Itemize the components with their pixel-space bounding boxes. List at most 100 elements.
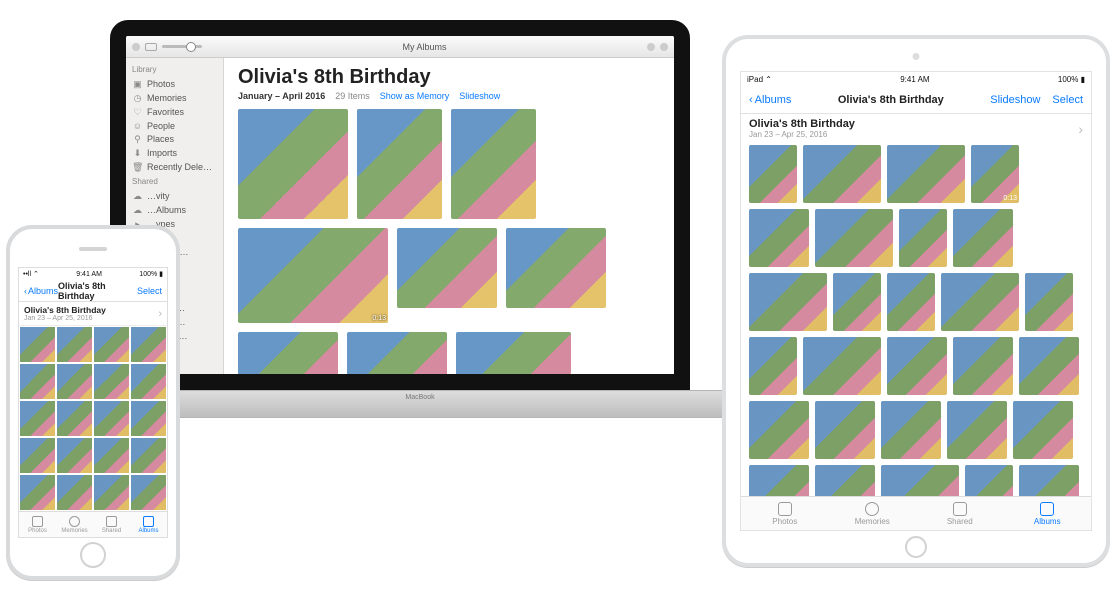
photo-thumbnail[interactable] xyxy=(347,332,447,374)
photo-thumbnail[interactable] xyxy=(456,332,571,374)
status-bar: ••ll ⌃ 9:41 AM 100% ▮ xyxy=(19,268,167,280)
sidebar-item[interactable]: ⬇Imports xyxy=(126,146,223,160)
sidebar-item[interactable]: ♡Favorites xyxy=(126,105,223,119)
tab-photos[interactable]: Photos xyxy=(741,497,829,530)
sidebar-item[interactable]: ▣Photos xyxy=(126,77,223,91)
photo-thumbnail[interactable]: 0:13 xyxy=(238,228,388,323)
photo-thumbnail[interactable] xyxy=(130,400,167,437)
select-button[interactable]: Select xyxy=(1052,94,1083,106)
sidebar-item[interactable]: 🗑Recently Dele… xyxy=(126,160,223,174)
photo-thumbnail[interactable]: 0:28 xyxy=(238,332,338,374)
photo-thumbnail[interactable] xyxy=(19,326,56,363)
photo-thumbnail[interactable] xyxy=(93,400,130,437)
status-left: ••ll ⌃ xyxy=(23,270,39,278)
photo-thumbnail[interactable] xyxy=(1013,401,1073,459)
tab-bar: PhotosMemoriesSharedAlbums xyxy=(19,511,167,537)
photo-thumbnail[interactable] xyxy=(887,145,965,203)
photo-thumbnail[interactable] xyxy=(130,363,167,400)
photo-thumbnail[interactable] xyxy=(93,363,130,400)
photo-thumbnail[interactable] xyxy=(56,474,93,511)
photo-thumbnail[interactable] xyxy=(803,337,881,395)
photo-thumbnail[interactable] xyxy=(506,228,606,308)
album-dates: Jan 23 – Apr 25, 2016 xyxy=(749,130,855,139)
photo-grid: 0:13 0:28 xyxy=(238,109,660,374)
tab-albums[interactable]: Albums xyxy=(130,512,167,537)
tab-shared[interactable]: Shared xyxy=(916,497,1004,530)
photo-thumbnail[interactable] xyxy=(93,474,130,511)
photo-thumbnail[interactable] xyxy=(941,273,1019,331)
photo-thumbnail[interactable] xyxy=(953,337,1013,395)
photo-thumbnail[interactable] xyxy=(887,273,935,331)
tab-label: Shared xyxy=(947,517,973,526)
photo-thumbnail[interactable] xyxy=(130,326,167,363)
photo-thumbnail[interactable] xyxy=(19,437,56,474)
photo-thumbnail[interactable] xyxy=(899,209,947,267)
photo-thumbnail[interactable] xyxy=(397,228,497,308)
photo-thumbnail[interactable] xyxy=(19,400,56,437)
photo-thumbnail[interactable] xyxy=(19,363,56,400)
share-icon[interactable] xyxy=(660,43,668,51)
photo-thumbnail[interactable] xyxy=(953,209,1013,267)
back-button[interactable]: ‹ Albums xyxy=(24,286,58,296)
select-button[interactable]: Select xyxy=(137,286,162,296)
tab-albums[interactable]: Albums xyxy=(1004,497,1092,530)
trash-icon: 🗑 xyxy=(132,162,143,173)
photo-thumbnail[interactable] xyxy=(833,273,881,331)
photo-thumbnail[interactable] xyxy=(947,401,1007,459)
photo-thumbnail[interactable] xyxy=(357,109,442,219)
photo-thumbnail[interactable] xyxy=(130,474,167,511)
photo-thumbnail[interactable] xyxy=(238,109,348,219)
photo-thumbnail[interactable] xyxy=(56,400,93,437)
photo-thumbnail[interactable] xyxy=(1025,273,1073,331)
home-button[interactable] xyxy=(905,536,927,558)
photo-thumbnail[interactable] xyxy=(1019,337,1079,395)
slideshow-button[interactable]: Slideshow xyxy=(990,94,1040,106)
slideshow-button[interactable]: Slideshow xyxy=(459,91,500,101)
sidebar-item[interactable]: ⚲Places xyxy=(126,132,223,146)
photo-thumbnail[interactable] xyxy=(56,326,93,363)
photo-thumbnail[interactable] xyxy=(130,437,167,474)
photo-thumbnail[interactable] xyxy=(19,474,56,511)
photo-thumbnail[interactable] xyxy=(749,209,809,267)
cloud-icon: ☁ xyxy=(132,191,143,202)
ipad-screen: iPad ⌃ 9:41 AM 100% ▮ ‹ Albums Olivia's … xyxy=(740,71,1092,531)
show-as-memory-button[interactable]: Show as Memory xyxy=(380,91,450,101)
sidebar-item[interactable]: ☁…vity xyxy=(126,189,223,203)
photo-thumbnail[interactable] xyxy=(803,145,881,203)
sidebar-item[interactable]: ◷Memories xyxy=(126,91,223,105)
down-icon: ⬇ xyxy=(132,148,143,159)
photo-thumbnail[interactable]: 0:13 xyxy=(971,145,1019,203)
tab-photos[interactable]: Photos xyxy=(19,512,56,537)
photo-thumbnail[interactable] xyxy=(749,401,809,459)
photo-thumbnail[interactable] xyxy=(815,401,875,459)
photo-thumbnail[interactable] xyxy=(56,363,93,400)
sidebar-header: Library xyxy=(126,62,223,77)
back-icon[interactable] xyxy=(132,43,140,51)
photo-thumbnail[interactable] xyxy=(887,337,947,395)
photo-thumbnail[interactable] xyxy=(749,273,827,331)
album-header[interactable]: Olivia's 8th Birthday Jan 23 – Apr 25, 2… xyxy=(19,302,167,326)
view-toggle-icon[interactable] xyxy=(145,43,157,51)
home-button[interactable] xyxy=(80,542,106,568)
photo-thumbnail[interactable] xyxy=(815,209,893,267)
photo-thumbnail[interactable] xyxy=(93,437,130,474)
photo-thumbnail[interactable] xyxy=(93,326,130,363)
photo-thumbnail[interactable] xyxy=(749,145,797,203)
album-header[interactable]: Olivia's 8th Birthday Jan 23 – Apr 25, 2… xyxy=(741,114,1091,145)
tab-memories[interactable]: Memories xyxy=(56,512,93,537)
back-button[interactable]: ‹ Albums xyxy=(749,94,791,106)
photo-thumbnail[interactable] xyxy=(749,337,797,395)
tab-shared[interactable]: Shared xyxy=(93,512,130,537)
zoom-slider[interactable] xyxy=(162,45,202,48)
sidebar-item[interactable]: ☁…Albums xyxy=(126,203,223,217)
photo-thumbnail[interactable] xyxy=(451,109,536,219)
status-left: iPad ⌃ xyxy=(747,75,772,84)
speaker xyxy=(79,247,107,251)
sidebar-item[interactable]: ☺People xyxy=(126,119,223,132)
photo-thumbnail[interactable] xyxy=(881,401,941,459)
photo-thumbnail[interactable] xyxy=(56,437,93,474)
tab-memories[interactable]: Memories xyxy=(829,497,917,530)
chevron-right-icon: › xyxy=(1078,121,1083,137)
sidebar-item-label: People xyxy=(147,121,175,131)
info-icon[interactable] xyxy=(647,43,655,51)
